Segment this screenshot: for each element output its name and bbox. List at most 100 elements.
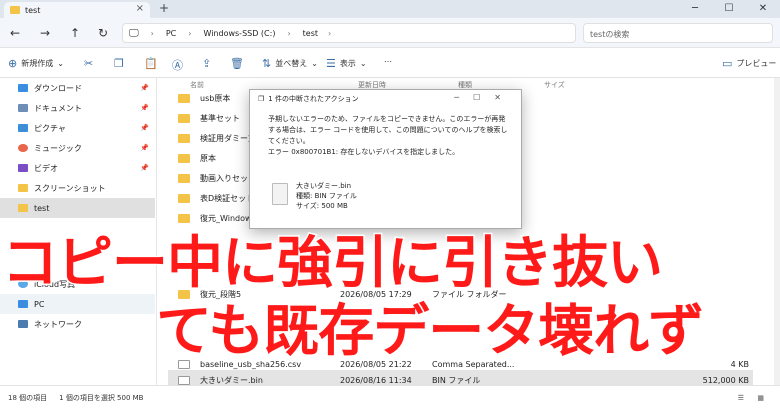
sidebar-item-label: PC	[34, 299, 45, 309]
dialog-file-info: 大きいダミー.bin 種類: BIN ファイル サイズ: 500 MB	[296, 181, 357, 211]
cut-icon[interactable]: ✂	[84, 57, 93, 70]
video-icon	[18, 164, 28, 172]
sidebar-item-documents[interactable]: ドキュメント 📌	[0, 98, 155, 118]
new-label: 新規作成	[21, 59, 54, 68]
close-tab-icon[interactable]: ×	[136, 3, 144, 14]
folder-icon	[10, 6, 20, 14]
file-name: 原本	[200, 153, 216, 163]
sort-icon: ⇅	[262, 57, 272, 70]
copy-icon[interactable]: ❐	[114, 57, 124, 70]
copy-icon: ❐	[258, 95, 265, 103]
details-view-icon[interactable]: ☰	[738, 394, 744, 402]
preview-button[interactable]: ▭ プレビュー	[722, 57, 776, 70]
title-bar: test × + ─ ☐ ✕	[0, 0, 780, 18]
search-input[interactable]: testの検索	[583, 23, 773, 43]
folder-icon	[178, 113, 190, 123]
sidebar-item-downloads[interactable]: ダウンロード 📌	[0, 78, 155, 98]
maximize-button[interactable]: ☐	[712, 0, 746, 18]
pin-icon: 📌	[140, 104, 149, 112]
tiles-view-icon[interactable]: ▦	[757, 394, 764, 402]
rename-icon[interactable]: Ⓐ	[172, 57, 183, 73]
sidebar-item-label: スクリーンショット	[34, 183, 106, 193]
pin-icon: 📌	[140, 124, 149, 132]
breadcrumb-test[interactable]: test	[303, 29, 318, 38]
forward-icon[interactable]: →	[40, 26, 50, 40]
dialog-file-type: 種類: BIN ファイル	[296, 192, 357, 200]
selection-info: 1 個の項目を選択 500 MB	[59, 394, 144, 402]
breadcrumb-pc[interactable]: PC	[166, 29, 176, 38]
pin-icon: 📌	[140, 164, 149, 172]
refresh-icon[interactable]: ↻	[98, 26, 108, 40]
view-button[interactable]: ☰ 表示 ⌄	[326, 57, 367, 70]
chevron-down-icon: ⌄	[311, 59, 318, 68]
tab-test[interactable]: test ×	[4, 2, 150, 18]
dialog-title-bar: ❐ 1 件の中断されたアクション ─☐✕	[250, 90, 521, 108]
bin-file-icon	[178, 375, 190, 385]
sidebar-item-label: ダウンロード	[34, 83, 82, 93]
pin-icon: 📌	[140, 144, 149, 152]
plus-icon: ⊕	[8, 57, 18, 70]
new-button[interactable]: ⊕ 新規作成 ⌄	[8, 57, 64, 70]
folder-icon	[178, 193, 190, 203]
caption-line-2: ても既存データ壊れず	[154, 298, 705, 366]
monitor-icon: 🖵	[129, 27, 139, 39]
address-bar[interactable]: 🖵 › PC › Windows-SSD (C:) › test ›	[122, 23, 576, 43]
folder-icon	[18, 184, 28, 192]
chevron-down-icon: ⌄	[359, 59, 367, 68]
file-name: 表D検証セット	[200, 193, 255, 203]
sidebar-item-label: test	[34, 203, 50, 213]
folder-icon	[178, 133, 190, 143]
folder-icon	[178, 93, 190, 103]
sidebar-item-label: ミュージック	[34, 143, 82, 153]
sidebar-item-label: ビデオ	[34, 163, 58, 173]
document-icon	[18, 104, 28, 112]
paste-icon[interactable]: 📋	[144, 57, 158, 70]
dialog-error-code: エラー 0x800701B1: 存在しないデバイスを指定しました。	[268, 148, 460, 156]
file-size: 512,000 KB	[702, 375, 749, 385]
scrollbar[interactable]	[774, 78, 780, 385]
sidebar-item-test[interactable]: test	[0, 198, 155, 218]
folder-icon	[18, 204, 28, 212]
dialog-file-name: 大きいダミー.bin	[296, 182, 352, 190]
file-name: 基準セット	[200, 113, 240, 123]
chevron-right-icon: ›	[328, 28, 332, 38]
view-label: 表示	[339, 59, 356, 68]
dialog-file-size: サイズ: 500 MB	[296, 202, 348, 210]
close-window-button[interactable]: ✕	[746, 0, 780, 18]
folder-icon	[178, 153, 190, 163]
download-icon	[18, 84, 28, 92]
sidebar-item-pictures[interactable]: ピクチャ 📌	[0, 118, 155, 138]
sidebar-item-label: ドキュメント	[34, 103, 82, 113]
chevron-down-icon: ⌄	[57, 59, 64, 68]
music-icon	[18, 144, 28, 152]
command-bar: ⊕ 新規作成 ⌄ ✂ ❐ 📋 Ⓐ ⇪ 🗑 ⇅ 並べ替え ⌄ ☰ 表示 ⌄ ⋯ ▭…	[0, 48, 780, 78]
status-bar: 18 個の項目 1 個の項目を選択 500 MB ☰ ▦	[0, 385, 780, 410]
share-icon[interactable]: ⇪	[202, 57, 211, 70]
sidebar-item-screenshots[interactable]: スクリーンショット	[0, 178, 155, 198]
view-icon: ☰	[326, 57, 336, 70]
breadcrumb-drive[interactable]: Windows-SSD (C:)	[203, 29, 275, 38]
more-icon[interactable]: ⋯	[384, 57, 392, 66]
preview-icon: ▭	[722, 57, 733, 70]
file-name: 動画入りセット	[200, 173, 256, 183]
file-date: 2026/08/16 11:34	[340, 375, 412, 385]
sidebar-item-videos[interactable]: ビデオ 📌	[0, 158, 155, 178]
sidebar-item-label: ネットワーク	[34, 319, 82, 329]
search-placeholder: testの検索	[590, 30, 630, 39]
minimize-button[interactable]: ─	[678, 0, 712, 18]
sidebar-item-network[interactable]: ネットワーク	[0, 314, 155, 334]
pin-icon: 📌	[140, 84, 149, 92]
up-icon[interactable]: ↑	[70, 26, 80, 40]
sidebar-item-music[interactable]: ミュージック 📌	[0, 138, 155, 158]
sort-button[interactable]: ⇅ 並べ替え ⌄	[262, 57, 318, 70]
navigation-bar: ← → ↑ ↻ 🖵 › PC › Windows-SSD (C:) › test…	[0, 18, 780, 48]
dialog-window-buttons[interactable]: ─☐✕	[454, 93, 515, 102]
delete-icon[interactable]: 🗑	[230, 57, 244, 70]
file-size: 4 KB	[730, 359, 749, 369]
dialog-title: 1 件の中断されたアクション	[268, 95, 359, 103]
chevron-right-icon: ›	[150, 28, 154, 38]
chevron-right-icon: ›	[188, 28, 192, 38]
new-tab-button[interactable]: +	[159, 1, 169, 15]
network-icon	[18, 320, 28, 328]
back-icon[interactable]: ←	[10, 26, 20, 40]
